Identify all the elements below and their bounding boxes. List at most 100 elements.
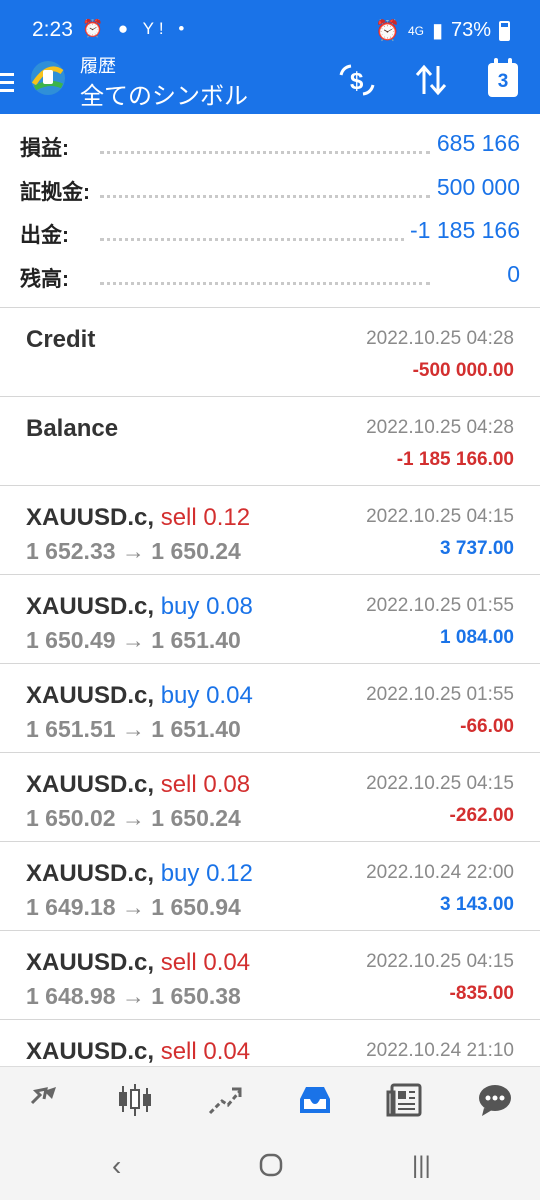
deal-volume: 0.08 [203,771,251,798]
deal-volume: 0.04 [203,949,251,976]
deal-profit: 3 737.00 [440,538,514,559]
deal-side: sell [160,771,197,798]
deal-profit: 1 084.00 [440,627,514,648]
deal-time: 2022.10.24 21:10 [366,1040,514,1061]
screen-title[interactable]: 全てのシンボル [80,76,248,111]
notification-icons: ⏰ ● Y! • [82,19,190,38]
deal-symbol: XAUUSD.c, [26,504,155,531]
deal-profit: -1 185 166.00 [396,449,514,470]
dotted-leader [100,194,430,198]
status-bar: 2:23 ⏰ ● Y! • ⏰ 4G ▮ 73% [0,0,540,56]
list-item[interactable]: XAUUSD.c, buy 0.08 1 650.49 → 1 651.40 2… [0,574,540,663]
deal-profit: 3 143.00 [440,894,514,915]
dotted-leader [100,151,430,154]
dotted-leader [100,238,430,241]
deal-symbol: Credit [26,326,96,353]
summary-value: 0 [501,260,520,288]
nav-trade[interactable] [180,1067,270,1132]
history-icon [300,1086,330,1113]
quotes-icon [30,1086,56,1113]
deal-symbol: XAUUSD.c, [26,593,155,620]
deal-symbol: XAUUSD.c, [26,860,155,887]
summary-row-profit: 損益: 685 166 [0,124,540,168]
deal-title: XAUUSD.c, sell 0.04 [26,949,250,977]
sort-icon[interactable] [408,60,454,100]
nav-chat[interactable] [450,1067,540,1132]
deal-title: XAUUSD.c, buy 0.08 [26,593,253,621]
deal-volume: 0.12 [206,860,253,887]
summary-value: 685 166 [430,130,520,157]
deals-list[interactable]: Credit 2022.10.25 04:28 -500 000.00 Bala… [0,307,540,1108]
svg-text:$: $ [350,68,364,95]
deal-side: buy [160,682,200,709]
status-right: ⏰ 4G ▮ 73% [375,18,510,43]
deal-volume: 0.12 [203,504,251,531]
system-nav-bar: ‹ ||| [0,1132,540,1200]
recents-icon[interactable]: ||| [412,1152,431,1180]
summary-panel: 損益: 685 166 証拠金: 500 000 出金: -1 185 166 … [0,124,540,298]
deal-prices: 1 649.18 → 1 650.94 [26,894,241,920]
list-item[interactable]: XAUUSD.c, sell 0.08 1 650.02 → 1 650.24 … [0,752,540,841]
deal-time: 2022.10.25 04:28 [366,417,514,438]
deal-title: XAUUSD.c, sell 0.04 [26,1038,250,1066]
deal-symbol: XAUUSD.c, [26,949,155,976]
dotted-leader [100,281,430,285]
network-label: 4G [407,23,424,38]
summary-row-margin: 証拠金: 500 000 [0,168,540,212]
news-icon [386,1083,422,1116]
deal-prices: 1 648.98 → 1 650.38 [26,983,241,1009]
calendar-button[interactable]: 3 [480,58,526,100]
deal-profit: -500 000.00 [412,360,514,381]
deal-side: buy [160,860,200,887]
deal-volume: 0.08 [206,593,253,620]
deal-prices: 1 650.02 → 1 650.24 [26,805,241,831]
deal-symbol: XAUUSD.c, [26,771,155,798]
deal-profit: -262.00 [449,805,514,826]
menu-icon[interactable] [0,70,14,96]
deal-volume: 0.04 [206,682,253,709]
deal-side: sell [160,1038,197,1065]
list-item[interactable]: Credit 2022.10.25 04:28 -500 000.00 [0,307,540,396]
nav-news[interactable] [360,1067,450,1132]
signal-icon: ▮ [431,20,443,42]
chat-icon [479,1084,511,1116]
back-icon[interactable]: ‹ [112,1150,121,1182]
summary-row-balance: 残高: 0 [0,255,540,299]
summary-value: -1 185 166 [404,217,520,244]
list-item[interactable]: Balance 2022.10.25 04:28 -1 185 166.00 [0,396,540,485]
home-icon[interactable] [258,1152,284,1185]
summary-label: 残高: [20,262,75,293]
battery-percent: 73% [450,19,491,41]
currency-filter-icon[interactable]: $ [334,60,380,100]
deal-volume: 0.04 [203,1038,251,1065]
deal-time: 2022.10.25 01:55 [366,684,514,705]
nav-history[interactable] [270,1067,360,1132]
deal-prices: 1 651.51 → 1 651.40 [26,716,241,742]
app-bar: 履歴 全てのシンボル $ 3 [0,56,540,114]
deal-title: XAUUSD.c, buy 0.04 [26,682,253,710]
list-item[interactable]: XAUUSD.c, sell 0.04 1 648.98 → 1 650.38 … [0,930,540,1019]
list-item[interactable]: XAUUSD.c, sell 0.12 1 652.33 → 1 650.24 … [0,485,540,574]
summary-label: 出金: [20,219,75,249]
deal-time: 2022.10.25 04:15 [366,951,514,972]
bottom-nav [0,1066,540,1132]
deal-title: XAUUSD.c, sell 0.08 [26,771,250,799]
deal-prices: 1 650.49 → 1 651.40 [26,627,241,653]
nav-quotes[interactable] [0,1067,90,1132]
nav-chart[interactable] [90,1067,180,1132]
summary-row-withdrawal: 出金: -1 185 166 [0,211,540,255]
deal-symbol: XAUUSD.c, [26,682,155,709]
battery-icon [499,20,510,41]
list-item[interactable]: XAUUSD.c, buy 0.12 1 649.18 → 1 650.94 2… [0,841,540,930]
deal-time: 2022.10.25 01:55 [366,595,514,616]
metatrader-logo-icon [26,58,70,98]
deal-title: XAUUSD.c, buy 0.12 [26,860,253,888]
deal-time: 2022.10.25 04:15 [366,506,514,527]
status-time: 2:23 [32,18,73,41]
deal-side: sell [160,949,197,976]
deal-side: sell [160,504,197,531]
deal-time: 2022.10.24 22:00 [366,862,514,883]
summary-value: 500 000 [430,173,520,201]
list-item[interactable]: XAUUSD.c, buy 0.04 1 651.51 → 1 651.40 2… [0,663,540,752]
deal-time: 2022.10.25 04:28 [366,328,514,349]
